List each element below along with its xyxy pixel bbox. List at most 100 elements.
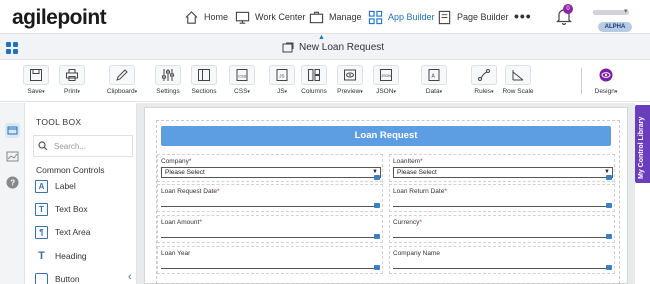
json-button[interactable]: JSON JSON▾: [366, 65, 406, 99]
toolbox-item-text: Text Box: [55, 204, 88, 214]
field-currency[interactable]: Currency*: [389, 215, 615, 243]
toolbox-item-text: Text Area: [55, 227, 91, 237]
columns-icon: [308, 69, 320, 81]
toolbox-item-text-area[interactable]: ¶ Text Area: [35, 223, 90, 241]
save-button[interactable]: Save▾: [16, 65, 56, 99]
preview-label: Preview: [337, 88, 361, 95]
more-menu-icon[interactable]: •••: [514, 8, 532, 24]
js-file-icon: JS: [276, 69, 288, 81]
nav-app-builder[interactable]: App Builder: [368, 8, 435, 26]
environment-badge: ALPHA: [598, 22, 632, 32]
loan-year-input[interactable]: [161, 268, 375, 269]
toolbox-item-button[interactable]: Button: [35, 270, 80, 284]
nav-page-builder-label: Page Builder: [457, 12, 509, 22]
required-marker: *: [217, 188, 220, 195]
chevron-down-icon[interactable]: ▾: [624, 7, 628, 15]
data-icon: A: [428, 69, 440, 81]
print-label: Print: [64, 88, 78, 95]
field-loan-amount[interactable]: Loan Amount*: [157, 215, 383, 243]
preview-button[interactable]: Preview▾: [330, 65, 370, 99]
field-settings-icon[interactable]: [374, 203, 380, 208]
toolbar: Save▾ Print▾ Clipboard▾ Settings Section…: [0, 60, 650, 102]
print-button[interactable]: Print▾: [52, 65, 92, 99]
button-control-icon: [35, 272, 48, 284]
field-settings-icon[interactable]: [606, 265, 612, 270]
toolbox-panel: TOOL BOX Search... Common Controls A Lab…: [25, 103, 137, 284]
eye-icon: [599, 68, 613, 82]
field-label: Company: [161, 158, 189, 165]
nav-manage[interactable]: Manage: [309, 8, 362, 26]
loanitem-select[interactable]: Please Select ▼: [393, 167, 613, 178]
field-label: Currency: [393, 219, 420, 226]
field-label: Loan Amount: [161, 219, 200, 226]
left-rail: ?: [0, 103, 25, 284]
rules-label: Rules: [474, 88, 492, 95]
chevron-left-icon[interactable]: ‹: [128, 271, 132, 283]
date-input[interactable]: [161, 206, 375, 207]
agilepoint-logo[interactable]: agilepoint: [12, 6, 107, 30]
svg-text:A: A: [432, 74, 436, 80]
toolbox-item-label[interactable]: A Label: [35, 177, 76, 195]
field-company[interactable]: Company* Please Select ▼: [157, 154, 383, 182]
currency-input[interactable]: [393, 237, 607, 238]
toolbox-icon[interactable]: [5, 123, 20, 138]
chevron-up-icon[interactable]: ▲: [318, 34, 325, 41]
columns-button[interactable]: Columns: [294, 65, 334, 99]
field-settings-icon[interactable]: [374, 175, 380, 180]
toolbox-item-heading[interactable]: T Heading: [35, 247, 87, 265]
nav-work-center[interactable]: Work Center: [235, 8, 305, 26]
field-loan-request-date[interactable]: Loan Request Date*: [157, 184, 383, 212]
row-scale-button[interactable]: Row Scale: [498, 65, 538, 99]
field-settings-icon[interactable]: [374, 234, 380, 239]
field-loan-return-date[interactable]: Loan Return Date*: [389, 184, 615, 212]
field-loan-year[interactable]: Loan Year: [157, 246, 383, 274]
save-label: Save: [27, 88, 43, 95]
top-nav: agilepoint Home Work Center Manage App B…: [0, 0, 650, 34]
apps-grid-icon[interactable]: [6, 42, 18, 54]
settings-button[interactable]: Settings: [148, 65, 188, 99]
toolbox-item-text: Button: [55, 274, 80, 284]
json-label: JSON: [376, 88, 394, 95]
field-settings-icon[interactable]: [606, 175, 612, 180]
sections-label: Sections: [191, 88, 217, 95]
nav-app-builder-label: App Builder: [388, 12, 435, 22]
field-company-name[interactable]: Company Name: [389, 246, 615, 274]
field-label: Loan Return Date: [393, 188, 445, 195]
field-settings-icon[interactable]: [374, 265, 380, 270]
app-builder-icon: [368, 10, 383, 24]
css-file-icon: CSS: [236, 69, 248, 81]
company-select[interactable]: Please Select ▼: [161, 167, 381, 178]
briefcase-icon: [309, 11, 324, 23]
help-icon[interactable]: ?: [5, 175, 20, 190]
toolbox-search-input[interactable]: Search...: [33, 135, 133, 157]
field-settings-icon[interactable]: [606, 203, 612, 208]
data-button[interactable]: A Data▾: [414, 65, 454, 99]
amount-input[interactable]: [161, 237, 375, 238]
design-button[interactable]: Design▾: [586, 65, 626, 99]
field-label: Loan Request Date: [161, 188, 218, 195]
my-control-library-tab[interactable]: My Control Library: [635, 105, 650, 183]
heading-icon: T: [38, 250, 45, 262]
css-button[interactable]: CSS CSS▾: [222, 65, 262, 99]
json-file-icon: JSON: [380, 69, 392, 81]
field-settings-icon[interactable]: [606, 234, 612, 239]
date-input[interactable]: [393, 206, 607, 207]
preview-icon: [344, 69, 356, 81]
company-name-input[interactable]: [393, 268, 607, 269]
field-label: LoanItem: [393, 158, 421, 165]
sliders-icon: [162, 69, 174, 81]
nav-page-builder[interactable]: Page Builder: [437, 8, 509, 26]
control-library-label: My Control Library: [638, 116, 645, 179]
data-label: Data: [425, 88, 440, 95]
text-box-icon: T: [35, 202, 48, 216]
svg-text:CSS: CSS: [238, 74, 247, 79]
nav-home[interactable]: Home: [184, 8, 228, 26]
clipboard-button[interactable]: Clipboard▾: [102, 65, 142, 99]
field-loanitem[interactable]: LoanItem* Please Select ▼: [389, 154, 615, 182]
chart-icon[interactable]: [5, 149, 20, 164]
form-header[interactable]: Loan Request: [161, 126, 611, 146]
toolbox-item-text-box[interactable]: T Text Box: [35, 200, 88, 218]
sections-button[interactable]: Sections: [184, 65, 224, 99]
required-marker: *: [444, 188, 447, 195]
required-marker: *: [199, 219, 202, 226]
